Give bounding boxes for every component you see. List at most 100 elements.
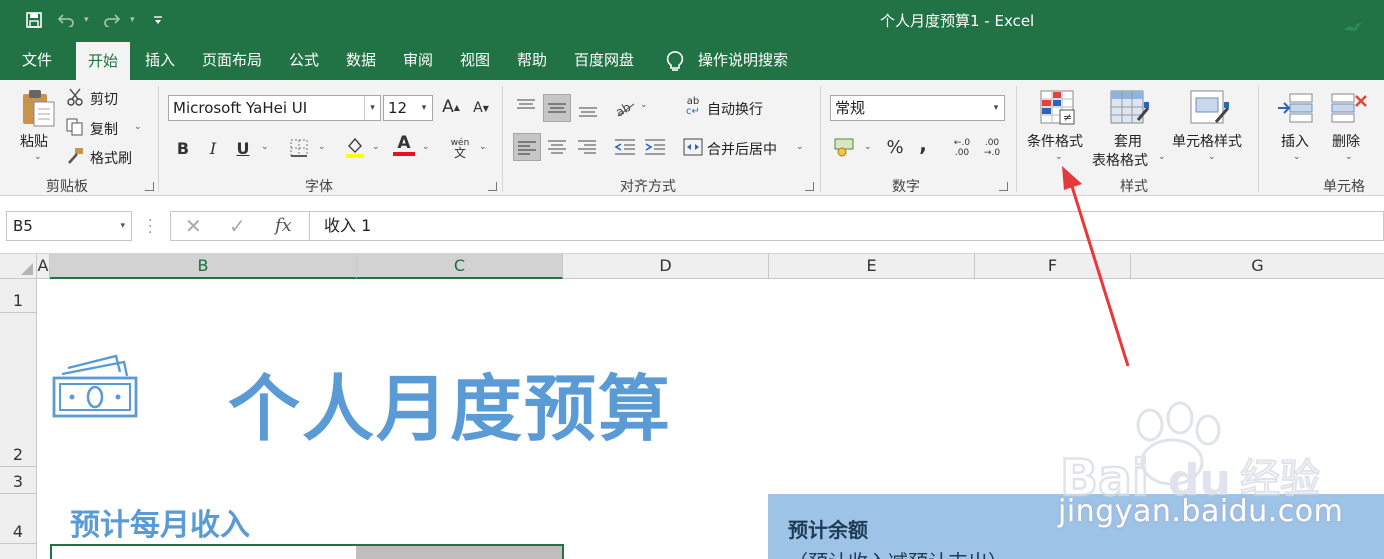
tab-insert[interactable]: 插入 <box>133 40 187 80</box>
comma-style-button[interactable]: , <box>914 132 932 156</box>
cut-icon[interactable] <box>66 88 84 106</box>
column-header-c[interactable]: C <box>357 254 563 279</box>
increase-font-size-icon[interactable]: A ▲ <box>440 96 462 118</box>
phonetic-dropdown-icon[interactable]: ⌄ <box>479 142 487 152</box>
increase-decimal-icon[interactable]: ←.0.00 <box>950 137 974 159</box>
copy-dropdown-icon[interactable]: ⌄ <box>134 122 142 132</box>
font-name-combo[interactable]: Microsoft YaHei UI ▾ <box>168 95 381 121</box>
tab-home[interactable]: 开始 <box>76 42 131 80</box>
font-name-dropdown-icon[interactable]: ▾ <box>364 96 380 120</box>
decrease-indent-icon[interactable] <box>614 137 636 157</box>
wrap-text-icon[interactable]: ab c↵ <box>683 96 703 118</box>
redo-dropdown-icon[interactable]: ▾ <box>130 15 140 25</box>
cell-styles-dropdown-icon[interactable]: ⌄ <box>1208 152 1216 162</box>
align-center-icon[interactable] <box>547 137 567 157</box>
cell-b5[interactable] <box>50 544 358 559</box>
format-as-table-icon[interactable] <box>1110 90 1150 126</box>
column-header-e[interactable]: E <box>769 254 975 279</box>
tab-baidu-netdisk[interactable]: 百度网盘 <box>562 40 646 80</box>
conditional-formatting-button[interactable]: 条件格式 <box>1027 131 1083 151</box>
merge-center-dropdown-icon[interactable]: ⌄ <box>796 142 804 152</box>
borders-dropdown-icon[interactable]: ⌄ <box>318 142 326 152</box>
number-format-combo[interactable]: 常规 ▾ <box>830 95 1005 121</box>
number-format-dropdown-icon[interactable]: ▾ <box>988 96 1004 120</box>
row-header-4[interactable]: 4 <box>0 494 37 544</box>
insert-dropdown-icon[interactable]: ⌄ <box>1293 152 1301 162</box>
underline-button[interactable]: U <box>232 137 254 159</box>
row-header-3[interactable]: 3 <box>0 467 37 494</box>
column-header-b[interactable]: B <box>50 254 357 279</box>
copy-icon[interactable] <box>66 118 84 136</box>
accounting-dropdown-icon[interactable]: ⌄ <box>864 142 872 152</box>
format-painter-button[interactable]: 格式刷 <box>90 148 132 168</box>
tab-file[interactable]: 文件 <box>10 40 64 80</box>
cell-styles-button[interactable]: 单元格样式 <box>1172 131 1242 151</box>
copy-button[interactable]: 复制 <box>90 119 118 139</box>
tab-review[interactable]: 审阅 <box>391 40 445 80</box>
clipboard-launcher-icon[interactable] <box>145 182 154 191</box>
italic-button[interactable]: I <box>202 137 224 159</box>
orientation-dropdown-icon[interactable]: ⌄ <box>640 100 648 110</box>
lightbulb-icon[interactable] <box>664 50 686 72</box>
cell-c5[interactable] <box>356 544 564 559</box>
decrease-decimal-icon[interactable]: .00 →.0 <box>980 137 1004 159</box>
borders-icon[interactable] <box>290 139 308 157</box>
font-launcher-icon[interactable] <box>488 182 497 191</box>
column-header-g[interactable]: G <box>1131 254 1384 279</box>
accounting-format-icon[interactable] <box>834 137 858 157</box>
insert-function-button[interactable]: fx <box>275 215 292 236</box>
formula-input[interactable]: 收入 1 <box>310 211 1384 241</box>
insert-cells-icon[interactable] <box>1276 90 1314 126</box>
row-header-1[interactable]: 1 <box>0 279 37 313</box>
merge-center-button[interactable]: 合并后居中 <box>707 139 777 159</box>
paste-button[interactable]: 粘贴 <box>20 131 48 151</box>
align-right-icon[interactable] <box>577 137 597 157</box>
conditional-formatting-icon[interactable]: ≠ <box>1040 90 1076 126</box>
alignment-launcher-icon[interactable] <box>805 182 814 191</box>
wrap-text-button[interactable]: 自动换行 <box>707 99 763 119</box>
insert-button[interactable]: 插入 <box>1281 131 1309 151</box>
name-box-dropdown-icon[interactable]: ▾ <box>120 212 125 240</box>
save-icon[interactable] <box>20 8 48 32</box>
customize-qat-icon[interactable] <box>144 8 172 32</box>
align-top-icon[interactable] <box>515 96 537 118</box>
delete-cells-icon[interactable] <box>1330 90 1368 126</box>
undo-icon[interactable] <box>52 8 80 32</box>
row-header-2[interactable]: 2 <box>0 313 37 467</box>
orientation-icon[interactable]: ab <box>614 96 636 118</box>
tell-me-search[interactable]: 操作说明搜索 <box>698 40 788 80</box>
paste-dropdown-icon[interactable]: ⌄ <box>34 152 42 162</box>
select-all-button[interactable] <box>0 254 37 279</box>
name-box[interactable]: B5 ▾ <box>6 211 132 241</box>
column-header-a[interactable]: A <box>37 254 50 279</box>
merge-center-icon[interactable] <box>683 138 703 156</box>
undo-dropdown-icon[interactable]: ▾ <box>84 15 94 25</box>
align-middle-button[interactable] <box>543 94 571 122</box>
decrease-font-size-icon[interactable]: A ▼ <box>470 97 492 119</box>
align-bottom-icon[interactable] <box>577 98 599 120</box>
row-header-5[interactable] <box>0 544 37 559</box>
tab-page-layout[interactable]: 页面布局 <box>190 40 274 80</box>
fill-color-dropdown-icon[interactable]: ⌄ <box>372 142 380 152</box>
underline-dropdown-icon[interactable]: ⌄ <box>261 142 269 152</box>
tab-data[interactable]: 数据 <box>334 40 388 80</box>
column-header-d[interactable]: D <box>563 254 769 279</box>
font-size-dropdown-icon[interactable]: ▾ <box>416 96 432 120</box>
tab-help[interactable]: 帮助 <box>505 40 559 80</box>
format-as-table-button[interactable]: 套用 <box>1114 131 1142 151</box>
confirm-entry-icon[interactable]: ✓ <box>229 214 246 238</box>
font-color-icon[interactable]: A <box>393 133 415 156</box>
cut-button[interactable]: 剪切 <box>90 89 118 109</box>
cancel-entry-icon[interactable]: ✕ <box>185 214 202 238</box>
delete-dropdown-icon[interactable]: ⌄ <box>1345 152 1353 162</box>
redo-icon[interactable] <box>98 8 126 32</box>
fill-color-icon[interactable] <box>344 136 366 158</box>
bold-button[interactable]: B <box>172 137 194 159</box>
percent-style-button[interactable]: % <box>884 136 906 158</box>
increase-indent-icon[interactable] <box>644 137 666 157</box>
format-as-table-dropdown-icon[interactable]: ⌄ <box>1158 152 1166 162</box>
paste-icon[interactable] <box>20 88 56 128</box>
tab-view[interactable]: 视图 <box>448 40 502 80</box>
phonetic-guide-icon[interactable]: wén 文 <box>448 136 472 160</box>
format-painter-icon[interactable] <box>66 147 84 165</box>
